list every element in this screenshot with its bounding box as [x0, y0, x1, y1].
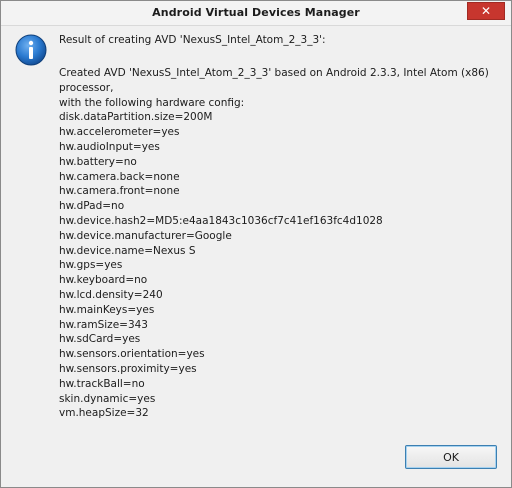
- message-line: hw.lcd.density=240: [59, 288, 163, 301]
- message-line: hw.battery=no: [59, 155, 137, 168]
- message-line: Created AVD 'NexusS_Intel_Atom_2_3_3' ba…: [59, 67, 489, 79]
- message-line: hw.gps=yes: [59, 259, 123, 272]
- message-line: hw.ramSize=343: [59, 318, 148, 331]
- message-line: hw.camera.back=none: [59, 170, 180, 183]
- info-icon: [15, 34, 47, 66]
- close-button[interactable]: ✕: [467, 2, 505, 20]
- message-line: vm.heapSize=32: [59, 407, 149, 420]
- message-line: hw.device.manufacturer=Google: [59, 229, 232, 242]
- message-line: disk.dataPartition.size=200M: [59, 111, 213, 124]
- title-bar[interactable]: Android Virtual Devices Manager ✕: [1, 1, 511, 26]
- message-line: processor,: [59, 81, 114, 94]
- message-line: hw.device.name=Nexus S: [59, 244, 196, 257]
- message-area: Result of creating AVD 'NexusS_Intel_Ato…: [59, 33, 499, 421]
- message-line: hw.keyboard=no: [59, 274, 148, 287]
- close-icon: ✕: [480, 4, 492, 18]
- result-heading: Result of creating AVD 'NexusS_Intel_Ato…: [59, 34, 326, 46]
- message-line: hw.audioInput=yes: [59, 140, 160, 153]
- message-line: hw.mainKeys=yes: [59, 303, 155, 316]
- ok-button[interactable]: OK: [405, 445, 497, 469]
- message-line: hw.device.hash2=MD5:e4aa1843c1036cf7c41e…: [59, 214, 383, 227]
- message-line: hw.accelerometer=yes: [59, 126, 180, 139]
- message-line: hw.sensors.proximity=yes: [59, 362, 197, 375]
- message-line: hw.trackBall=no: [59, 377, 145, 390]
- message-line: with the following hardware config:: [59, 96, 245, 109]
- dialog-window: Android Virtual Devices Manager ✕ Result…: [0, 0, 512, 488]
- message-line: hw.dPad=no: [59, 200, 125, 213]
- window-title: Android Virtual Devices Manager: [152, 6, 360, 19]
- message-line: skin.dynamic=yes: [59, 392, 156, 405]
- message-line: hw.sensors.orientation=yes: [59, 348, 205, 361]
- message-line: hw.camera.front=none: [59, 185, 180, 198]
- message-details: Created AVD 'NexusS_Intel_Atom_2_3_3' ba…: [59, 66, 499, 421]
- message-line: hw.sdCard=yes: [59, 333, 141, 346]
